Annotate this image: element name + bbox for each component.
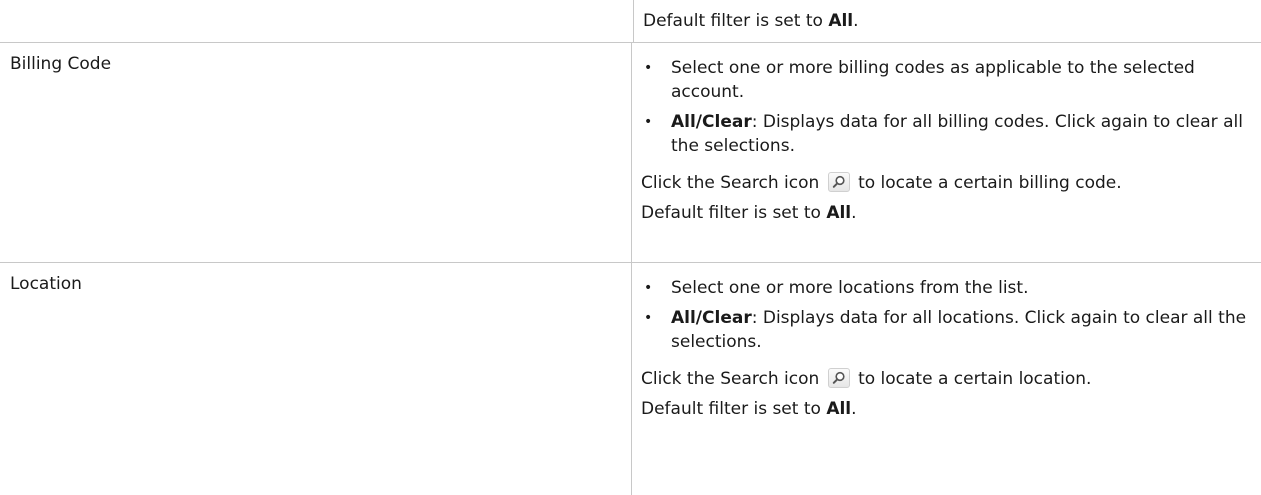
bullet-list: • Select one or more billing codes as app… — [641, 56, 1261, 158]
default-filter-value: All — [826, 203, 852, 223]
search-icon[interactable] — [827, 172, 850, 192]
default-filter-text: Default filter is set to All. — [641, 399, 857, 419]
default-filter-text: Default filter is set to All. — [641, 203, 857, 223]
list-item: • All/Clear: Displays data for all billin… — [644, 112, 1243, 156]
table-row: Default filter is set to All. — [0, 0, 1261, 43]
default-filter-value: All — [826, 399, 852, 419]
search-instruction: Click the Search icon to locate a certai… — [641, 368, 1092, 389]
filter-table: Default filter is set to All. Billing Co… — [0, 0, 1261, 495]
filter-name-cell: Location — [0, 263, 632, 495]
bullet-icon: • — [644, 310, 653, 326]
search-instruction: Click the Search icon to locate a certai… — [641, 172, 1122, 193]
filter-name-cell — [0, 0, 634, 42]
list-item: • All/Clear: Displays data for all locati… — [644, 308, 1247, 352]
filter-name-location: Location — [10, 274, 82, 294]
list-item: • Select one or more locations from the l… — [644, 278, 1029, 298]
table-row: Location • Select one or more locations f… — [0, 263, 1261, 495]
filter-description-cell: Default filter is set to All. — [634, 0, 1261, 42]
filter-description-cell: • Select one or more locations from the l… — [632, 263, 1261, 495]
default-filter-text: Default filter is set to All. — [643, 11, 859, 31]
default-filter-value: All — [828, 11, 854, 31]
bullet-icon: • — [644, 280, 653, 296]
table-row: Billing Code • Select one or more billing… — [0, 43, 1261, 263]
filter-name-cell: Billing Code — [0, 43, 632, 262]
bullet-icon: • — [644, 114, 653, 130]
filter-description-cell: • Select one or more billing codes as app… — [632, 43, 1261, 262]
filter-name-billing-code: Billing Code — [10, 54, 112, 74]
bullet-icon: • — [644, 60, 653, 76]
list-item: • Select one or more billing codes as app… — [644, 58, 1195, 102]
bullet-list: • Select one or more locations from the l… — [641, 276, 1261, 354]
search-icon[interactable] — [827, 368, 850, 388]
